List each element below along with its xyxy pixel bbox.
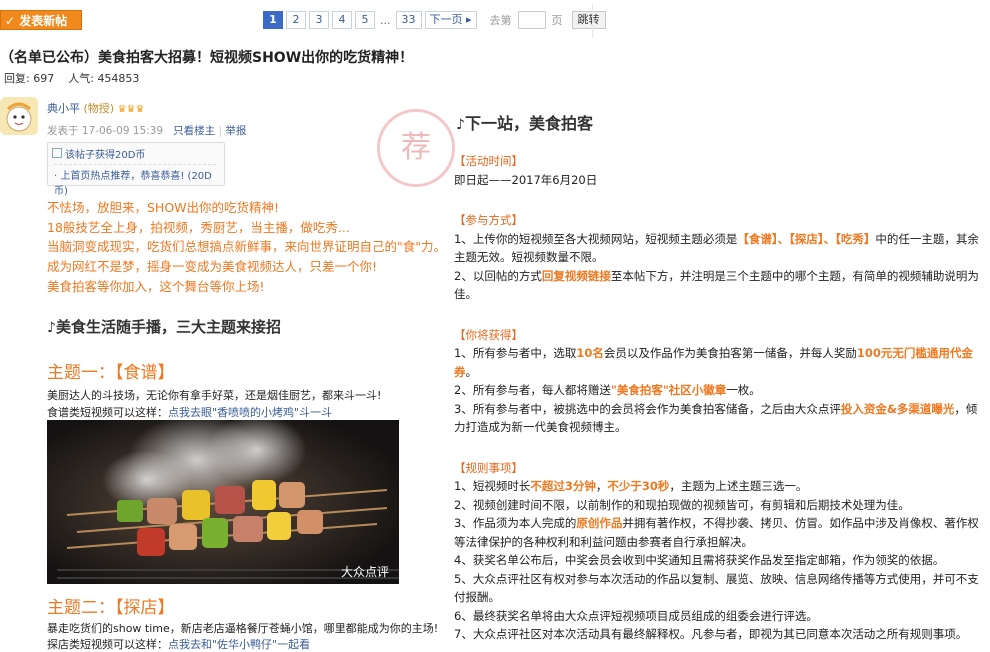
pagination-ellipsis: ... bbox=[380, 13, 391, 27]
author-line: 典小平 (物授) ♛♛♛ bbox=[47, 100, 145, 116]
goto-unit: 页 bbox=[551, 14, 563, 27]
intro-line: 成为网红不是梦，摇身一变成为美食视频达人，只差一个你! bbox=[47, 259, 378, 275]
page-1[interactable]: 1 bbox=[263, 11, 283, 29]
intro-line: 不怯场，放胆来，SHOW出你的吃货精神! bbox=[47, 200, 280, 215]
theme1-heading: 主题一：【食谱】 bbox=[47, 363, 175, 383]
hot-recommend-tip: · 上首页热点推荐，恭喜恭喜! (20D币) bbox=[54, 164, 216, 197]
method-1: 1、上传你的短视频至各大视频网站，短视频主题必须是【食谱】、【探店】、【吃秀】中… bbox=[454, 231, 979, 265]
music-note-icon: ♪ bbox=[47, 320, 56, 336]
rule-4: 4、获奖名单公布后，中奖会员会收到中奖通知且需将获奖作品发至指定邮箱，作为领奖的… bbox=[454, 553, 945, 567]
activity-rules: 【活动时间】 即日起——2017年6月20日 【参与方式】 1、上传你的短视频至… bbox=[454, 152, 986, 644]
divider bbox=[592, 4, 593, 38]
section-title: ♪美食生活随手播，三大主题来接招 bbox=[47, 318, 281, 336]
author-name[interactable]: 典小平 bbox=[47, 102, 80, 115]
intro-line: 美食拍客等你加入，这个舞台等你上场! bbox=[47, 278, 265, 294]
skewer-photo: 大众点评 bbox=[47, 420, 399, 584]
post-meta: 发表于 17-06-09 15:39 只看楼主 | 举报 bbox=[47, 125, 247, 137]
rules-heading: 【规则事项】 bbox=[454, 460, 523, 475]
post-time: 发表于 17-06-09 15:39 bbox=[47, 125, 164, 137]
photo-watermark: 大众点评 bbox=[340, 565, 389, 579]
next-page-button[interactable]: 下一页 ▸ bbox=[424, 11, 477, 29]
page-3[interactable]: 3 bbox=[309, 11, 329, 29]
rule-1: 1、短视频时长不超过3分钟，不少于30秒，主题为上述主题三选一。 bbox=[454, 479, 808, 493]
page-5[interactable]: 5 bbox=[355, 11, 375, 29]
recommended-stamp-icon: 荐 bbox=[377, 109, 455, 187]
thread-title: （名单已公布）美食拍客大招募！短视频SHOW出你的吃货精神！ bbox=[0, 50, 414, 66]
rule-6: 6、最终获奖名单将由大众点评短视频项目成员组成的组委会进行评选。 bbox=[454, 608, 818, 623]
rule-2: 2、视频创建时间不限，以前制作的和现拍现做的视频皆可，有剪辑和后期技术处理为佳。 bbox=[454, 497, 910, 512]
prize-heading: 【你将获得】 bbox=[454, 327, 523, 342]
intro-line: 18般技艺全上身，拍视频，秀厨艺，当主播，做吃秀... bbox=[47, 219, 350, 235]
coin-tip: 该帖子获得20D币 bbox=[52, 146, 145, 161]
replies-count: 697 bbox=[33, 72, 55, 85]
rule-7: 7、大众点评社区对本次活动具有最终解释权。凡参与者，即视为其已同意本次活动之所有… bbox=[454, 627, 968, 641]
prize-2: 2、所有参与者，每人都将赠送"美食拍客"社区小徽章一枚。 bbox=[454, 383, 761, 397]
only-author-link[interactable]: 只看楼主 bbox=[173, 125, 215, 137]
page-4[interactable]: 4 bbox=[332, 11, 352, 29]
rule-5: 5、大众点评社区有权对参与本次活动的作品以复制、展览、放映、信息网络传播等方式使… bbox=[454, 571, 979, 605]
goto-page-input[interactable] bbox=[517, 11, 546, 29]
replies-label: 回复: bbox=[4, 72, 30, 85]
theme1-desc: 美厨达人的斗技场，无论你有拿手好菜，还是烟佳厨艺，都来斗一斗! bbox=[47, 389, 382, 402]
right-title: ♪下一站，美食拍客 bbox=[456, 114, 593, 133]
intro-line: 当脑洞变成现实，吃货们总想搞点新鲜事，来向世界证明自己的"食"力。 bbox=[47, 239, 447, 255]
prize-1: 1、所有参与者中，选取10名会员以及作品作为美食拍客第一储备，并每人奖励100元… bbox=[454, 346, 973, 379]
rule-3: 3、作品须为本人完成的原创作品并拥有著作权，不得抄袭、拷贝、仿冒。如作品中涉及肖… bbox=[454, 516, 979, 549]
theme2-example: 探店类短视频可以这样：点我去和"佐华小鸭仔"一起看 bbox=[47, 638, 311, 651]
post-new-thread-button[interactable]: ✓ 发表新帖 bbox=[0, 10, 82, 30]
time-heading: 【活动时间】 bbox=[454, 154, 523, 168]
goto-button[interactable]: 跳转 bbox=[571, 11, 606, 29]
pagination: 1 2 3 4 5 ... 33 下一页 ▸ 去第 页 跳转 bbox=[263, 11, 606, 29]
theme1-example-link[interactable]: 点我去眼"香喷喷的小烤鸡"斗一斗 bbox=[168, 406, 332, 419]
avatar[interactable] bbox=[0, 97, 38, 135]
prize-3: 3、所有参与者中，被挑选中的会员将会作为美食拍客储备，之后由大众点评投入资金&多… bbox=[454, 401, 978, 435]
theme2-desc: 暴走吃货们的show time，新店老店逼格餐厅苍蝇小馆，哪里都能成为你的主场! bbox=[47, 622, 439, 635]
views-count: 454853 bbox=[97, 72, 140, 85]
page-last[interactable]: 33 bbox=[395, 11, 422, 29]
theme1-example: 食谱类短视频可以这样：点我去眼"香喷喷的小烤鸡"斗一斗 bbox=[47, 406, 333, 419]
coin-icon bbox=[52, 148, 62, 158]
thread-stats: 回复: 697 人气: 454853 bbox=[4, 70, 139, 86]
views-label: 人气: bbox=[68, 72, 94, 85]
crown-badge-icon: ♛♛♛ bbox=[117, 104, 145, 115]
author-role: (物授) bbox=[83, 102, 115, 115]
theme2-example-link[interactable]: 点我去和"佐华小鸭仔"一起看 bbox=[168, 638, 310, 651]
report-link[interactable]: 举报 bbox=[225, 125, 246, 137]
method-heading: 【参与方式】 bbox=[454, 213, 523, 227]
method-2: 2、以回帖的方式回复视频链接至本帖下方，并注明是三个主题中的哪个主题，有简单的视… bbox=[454, 268, 979, 302]
goto-label: 去第 bbox=[489, 14, 512, 27]
page-2[interactable]: 2 bbox=[286, 11, 306, 29]
music-note-icon: ♪ bbox=[456, 117, 465, 133]
intro-lines: 不怯场，放胆来，SHOW出你的吃货精神! 18般技艺全上身，拍视频，秀厨艺，当主… bbox=[47, 198, 446, 297]
theme2-heading: 主题二：【探店】 bbox=[47, 598, 175, 618]
reward-tip-box: 该帖子获得20D币 · 上首页热点推荐，恭喜恭喜! (20D币) bbox=[47, 142, 225, 197]
time-text: 即日起——2017年6月20日 bbox=[454, 172, 598, 187]
